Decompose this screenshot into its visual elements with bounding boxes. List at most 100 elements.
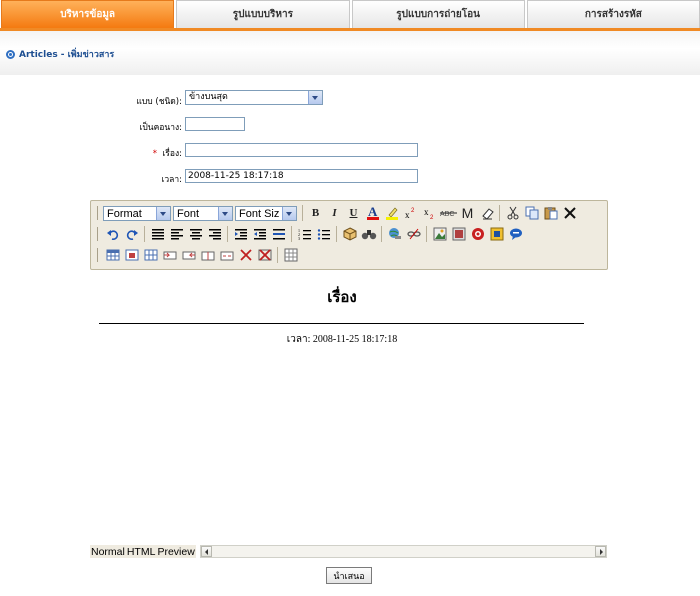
type-label: แบบ (ชนิด):	[136, 97, 182, 107]
breadcrumb-label: Articles - เพิ่มข่าวสาร	[19, 50, 115, 60]
mode-preview-tab[interactable]: Preview	[156, 546, 195, 558]
insert-object-icon[interactable]	[340, 225, 359, 243]
breadcrumb[interactable]: Articles - เพิ่มข่าวสาร	[6, 47, 114, 61]
toolbar-separator	[499, 205, 500, 221]
toolbar-separator	[227, 226, 228, 242]
toolbar-separator	[381, 226, 382, 242]
chevron-down-icon	[282, 206, 296, 220]
font-color-icon[interactable]: A	[363, 204, 382, 222]
redo-icon[interactable]	[122, 225, 141, 243]
align-left-icon[interactable]	[167, 225, 186, 243]
toolbar-row-2: 123	[97, 224, 525, 244]
highlight-color-icon[interactable]	[382, 204, 401, 222]
close-icon[interactable]	[560, 204, 579, 222]
undo-icon[interactable]	[103, 225, 122, 243]
insert-template-icon[interactable]	[487, 225, 506, 243]
toolbar-separator	[302, 205, 303, 221]
paste-icon[interactable]	[541, 204, 560, 222]
bold-button[interactable]: B	[306, 204, 325, 222]
ordered-list-icon[interactable]: 123	[295, 225, 314, 243]
unordered-list-icon[interactable]	[314, 225, 333, 243]
unlink-icon[interactable]	[404, 225, 423, 243]
time-input[interactable]	[185, 169, 418, 183]
merge-cell-icon[interactable]	[217, 246, 236, 264]
svg-text:2: 2	[430, 215, 434, 220]
order-label: เป็นคอนาง:	[139, 123, 183, 133]
scroll-right-icon[interactable]	[595, 546, 606, 557]
insert-table-icon[interactable]	[103, 246, 122, 264]
insert-link-icon[interactable]	[385, 225, 404, 243]
horizontal-rule	[99, 323, 584, 324]
svg-text:3: 3	[298, 236, 300, 240]
mode-normal-tab[interactable]: Normal	[90, 546, 126, 558]
subscript-icon[interactable]: x2	[420, 204, 439, 222]
subject-input[interactable]	[185, 143, 418, 157]
insert-flash-icon[interactable]	[468, 225, 487, 243]
insert-media-icon[interactable]	[449, 225, 468, 243]
subject-label-row: * เรื่อง:	[92, 146, 182, 160]
insert-row-icon[interactable]	[160, 246, 179, 264]
align-center-icon[interactable]	[186, 225, 205, 243]
delete-row-icon[interactable]	[236, 246, 255, 264]
insert-image-icon[interactable]	[430, 225, 449, 243]
toolbar-separator	[291, 226, 292, 242]
indent-icon[interactable]	[231, 225, 250, 243]
insert-column-icon[interactable]	[179, 246, 198, 264]
toolbar-grip[interactable]	[97, 206, 100, 220]
toolbar-separator	[277, 247, 278, 263]
svg-text:x: x	[405, 210, 410, 220]
strikethrough-icon[interactable]: ABC	[439, 204, 458, 222]
format-select-value: Format	[107, 207, 142, 220]
type-select[interactable]: ข้างบนสุด	[185, 90, 323, 105]
font-size-select-value: Font Siz	[239, 207, 280, 220]
table-properties-icon[interactable]	[122, 246, 141, 264]
underline-button[interactable]: U	[344, 204, 363, 222]
copy-icon[interactable]	[522, 204, 541, 222]
grid-icon[interactable]	[281, 246, 300, 264]
breadcrumb-bar: Articles - เพิ่มข่าวสาร	[0, 31, 700, 75]
toolbar-row-3	[97, 245, 300, 265]
order-input[interactable]	[185, 117, 245, 131]
tab-transfer-style[interactable]: รูปแบบการถ่ายโอน	[351, 0, 525, 28]
scroll-left-icon[interactable]	[201, 546, 212, 557]
editor-content-time[interactable]: เวลา: 2008-11-25 18:17:18	[0, 332, 684, 347]
align-right-icon[interactable]	[205, 225, 224, 243]
insert-comment-icon[interactable]	[506, 225, 525, 243]
svg-text:A: A	[368, 205, 378, 219]
toolbar-grip[interactable]	[97, 227, 100, 241]
time-label: เวลา:	[161, 175, 182, 185]
superscript-icon[interactable]: x2	[401, 204, 420, 222]
toolbar-separator	[144, 226, 145, 242]
italic-button[interactable]: I	[325, 204, 344, 222]
font-select[interactable]: Font	[173, 205, 233, 221]
subject-label: เรื่อง:	[162, 149, 182, 159]
submit-button[interactable]: นำเสนอ	[326, 567, 372, 584]
blockquote-icon[interactable]	[269, 225, 288, 243]
editor-toolbar: Format Font Font Siz B I U A x2 x2 ABC M…	[90, 200, 608, 270]
format-select[interactable]: Format	[103, 205, 171, 221]
delete-column-icon[interactable]	[255, 246, 274, 264]
svg-text:x: x	[424, 207, 429, 217]
tab-code-generation[interactable]: การสร้างรหัส	[526, 0, 700, 28]
special-char-button[interactable]: M	[458, 204, 477, 222]
tab-data-management[interactable]: บริหารข้อมูล	[1, 0, 175, 28]
chevron-down-icon	[218, 206, 232, 220]
outdent-icon[interactable]	[250, 225, 269, 243]
cell-properties-icon[interactable]	[141, 246, 160, 264]
font-size-select[interactable]: Font Siz	[235, 205, 297, 221]
top-tab-bar: บริหารข้อมูล รูปแบบบริหาร รูปแบบการถ่ายโ…	[0, 0, 700, 30]
bullet-icon	[6, 49, 15, 59]
horizontal-scrollbar[interactable]	[200, 545, 607, 558]
find-icon[interactable]	[359, 225, 378, 243]
strikethrough-label: ABC	[440, 211, 454, 218]
split-cell-icon[interactable]	[198, 246, 217, 264]
editor-content-title[interactable]: เรื่อง	[0, 285, 684, 309]
chevron-down-icon[interactable]	[308, 91, 322, 104]
mode-html-tab[interactable]: HTML	[126, 546, 157, 558]
eraser-icon[interactable]	[477, 204, 496, 222]
type-select-value: ข้างบนสุด	[189, 92, 228, 102]
justify-full-icon[interactable]	[148, 225, 167, 243]
cut-icon[interactable]	[503, 204, 522, 222]
toolbar-grip[interactable]	[97, 248, 100, 262]
tab-management-style[interactable]: รูปแบบบริหาร	[176, 0, 350, 28]
